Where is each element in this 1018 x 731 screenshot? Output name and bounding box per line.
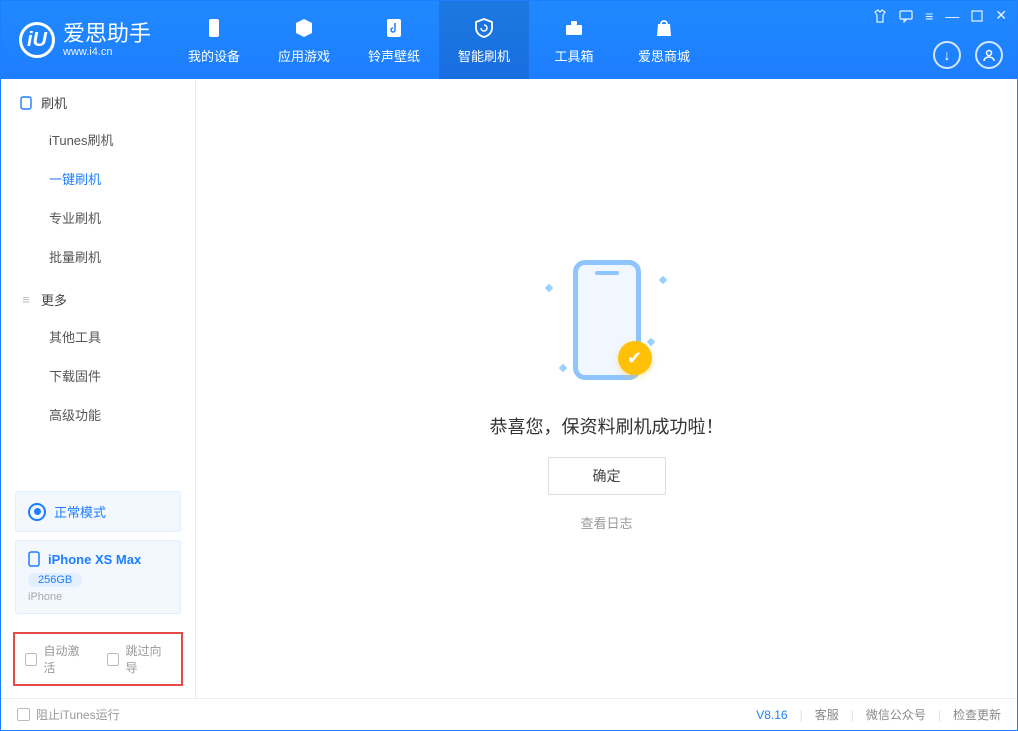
header: iU 爱思助手 www.i4.cn 我的设备 应用游戏 铃声壁纸 智能刷机: [1, 1, 1017, 79]
check-skip-guide[interactable]: 跳过向导: [107, 642, 171, 676]
device-card[interactable]: iPhone XS Max 256GB iPhone: [15, 540, 181, 614]
checks-highlight: 自动激活 跳过向导: [13, 632, 183, 686]
sidebar-group-flash: 刷机: [1, 79, 195, 120]
status-support[interactable]: 客服: [815, 706, 839, 723]
header-right-icons: ↓: [933, 41, 1003, 69]
statusbar: 阻止iTunes运行 V8.16 | 客服 | 微信公众号 | 检查更新: [1, 698, 1017, 730]
sidebar-item-other[interactable]: 其他工具: [1, 317, 195, 356]
device-name: iPhone XS Max: [48, 552, 141, 567]
phone-icon: [19, 96, 33, 110]
sidebar-item-oneclick[interactable]: 一键刷机: [1, 159, 195, 198]
body: 刷机 iTunes刷机 一键刷机 专业刷机 批量刷机 ≡ 更多 其他工具 下载固…: [1, 79, 1017, 698]
sidebar-group-more: ≡ 更多: [1, 276, 195, 317]
check-block-itunes[interactable]: 阻止iTunes运行: [17, 706, 120, 723]
logo-icon: iU: [19, 22, 55, 58]
status-update[interactable]: 检查更新: [953, 706, 1001, 723]
ok-button[interactable]: 确定: [548, 457, 666, 495]
bag-icon: [652, 16, 676, 40]
menu-icon[interactable]: ≡: [925, 8, 933, 24]
sidebar-item-firmware[interactable]: 下载固件: [1, 356, 195, 395]
list-icon: ≡: [19, 293, 33, 307]
nav-device[interactable]: 我的设备: [169, 1, 259, 79]
cube-icon: [292, 16, 316, 40]
device-storage: 256GB: [28, 573, 82, 587]
shield-refresh-icon: [472, 16, 496, 40]
nav-toolbox[interactable]: 工具箱: [529, 1, 619, 79]
version-label: V8.16: [756, 708, 787, 722]
app-site: www.i4.cn: [63, 47, 151, 58]
maximize-button[interactable]: [971, 10, 983, 22]
feedback-icon[interactable]: [899, 9, 913, 23]
checkbox-icon: [107, 653, 119, 666]
minimize-button[interactable]: —: [945, 8, 959, 24]
app-window: iU 爱思助手 www.i4.cn 我的设备 应用游戏 铃声壁纸 智能刷机: [0, 0, 1018, 731]
close-button[interactable]: ✕: [995, 7, 1007, 24]
mode-icon: [28, 503, 46, 521]
sidebar: 刷机 iTunes刷机 一键刷机 专业刷机 批量刷机 ≡ 更多 其他工具 下载固…: [1, 79, 196, 698]
check-auto-activate[interactable]: 自动激活: [25, 642, 89, 676]
mode-label: 正常模式: [54, 502, 106, 521]
sidebar-item-advanced[interactable]: 高级功能: [1, 395, 195, 434]
checkbox-icon: [17, 708, 30, 721]
nav-flash[interactable]: 智能刷机: [439, 1, 529, 79]
user-icon[interactable]: [975, 41, 1003, 69]
sidebar-item-batch[interactable]: 批量刷机: [1, 237, 195, 276]
view-log-link[interactable]: 查看日志: [580, 513, 632, 532]
download-icon[interactable]: ↓: [933, 41, 961, 69]
shirt-icon[interactable]: [873, 9, 887, 23]
status-wechat[interactable]: 微信公众号: [866, 706, 926, 723]
music-file-icon: [382, 16, 406, 40]
main-content: ✔ 恭喜您，保资料刷机成功啦！ 确定 查看日志: [196, 79, 1017, 698]
mode-card[interactable]: 正常模式: [15, 491, 181, 532]
top-nav: 我的设备 应用游戏 铃声壁纸 智能刷机 工具箱 爱思商城: [169, 1, 709, 79]
success-message: 恭喜您，保资料刷机成功啦！: [490, 413, 724, 439]
success-illustration: ✔: [532, 245, 682, 395]
device-icon: [202, 16, 226, 40]
device-phone-icon: [28, 551, 40, 567]
toolbox-icon: [562, 16, 586, 40]
sidebar-item-itunes[interactable]: iTunes刷机: [1, 120, 195, 159]
device-type: iPhone: [28, 591, 168, 603]
window-controls: ≡ — ✕: [873, 7, 1007, 24]
logo: iU 爱思助手 www.i4.cn: [1, 22, 169, 58]
check-badge-icon: ✔: [618, 341, 652, 375]
checkbox-icon: [25, 653, 37, 666]
sidebar-item-pro[interactable]: 专业刷机: [1, 198, 195, 237]
nav-apps[interactable]: 应用游戏: [259, 1, 349, 79]
nav-store[interactable]: 爱思商城: [619, 1, 709, 79]
app-name: 爱思助手: [63, 23, 151, 45]
nav-ringtone[interactable]: 铃声壁纸: [349, 1, 439, 79]
